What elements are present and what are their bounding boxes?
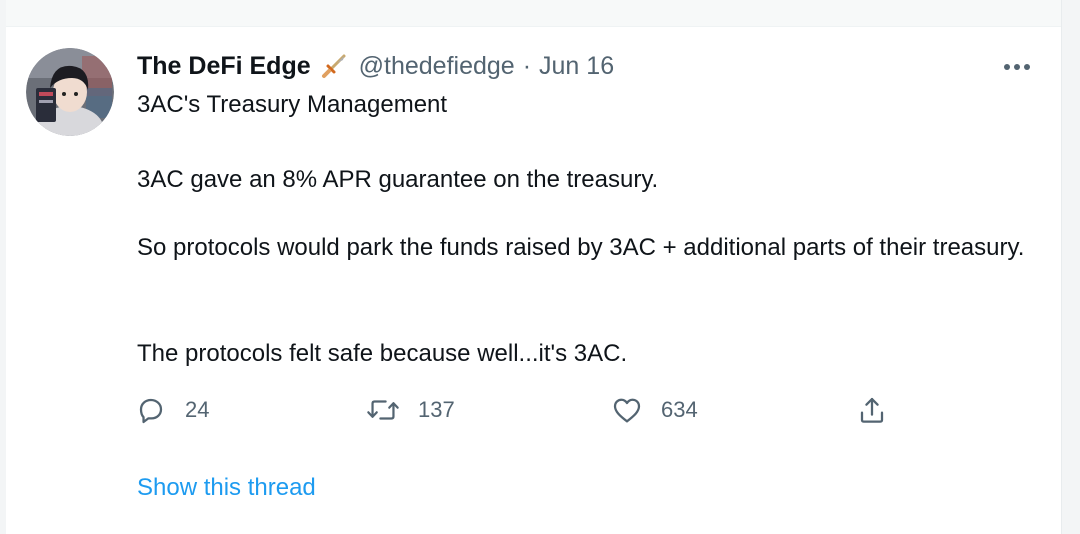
like-button[interactable]: 634 — [611, 392, 698, 428]
share-button[interactable] — [856, 392, 888, 428]
tweet-paragraph: The protocols felt safe because well...i… — [137, 340, 628, 367]
more-options-button[interactable] — [1000, 50, 1034, 84]
tweet-paragraph: 3AC's Treasury Management — [137, 91, 448, 118]
avatar[interactable] — [26, 48, 114, 136]
retweet-button[interactable]: 137 — [366, 392, 455, 428]
tweet-paragraph: So protocols would park the funds raised… — [137, 234, 1025, 261]
reply-icon — [135, 394, 167, 426]
retweet-count: 137 — [418, 397, 455, 422]
author-handle[interactable]: @thedefiedge — [359, 52, 515, 81]
reply-button[interactable]: 24 — [135, 392, 209, 428]
right-border — [1061, 0, 1080, 534]
show-thread-link[interactable]: Show this thread — [137, 474, 316, 502]
like-count: 634 — [661, 397, 698, 422]
more-dots-icon — [1004, 64, 1030, 70]
left-border — [0, 0, 6, 534]
dagger-icon — [319, 51, 349, 81]
tweet-header: The DeFi Edge @thedefiedge · Jun 16 — [137, 48, 614, 84]
author-name[interactable]: The DeFi Edge — [137, 52, 311, 81]
tweet-card: The DeFi Edge @thedefiedge · Jun 16 3AC'… — [0, 0, 1080, 534]
share-icon — [856, 394, 888, 426]
retweet-icon — [366, 394, 400, 426]
top-divider — [0, 0, 1080, 27]
separator-dot: · — [522, 51, 532, 80]
tweet-paragraph: 3AC gave an 8% APR guarantee on the trea… — [137, 166, 659, 193]
reply-count: 24 — [185, 397, 210, 422]
tweet-date[interactable]: Jun 16 — [539, 52, 614, 81]
heart-icon — [611, 394, 643, 426]
